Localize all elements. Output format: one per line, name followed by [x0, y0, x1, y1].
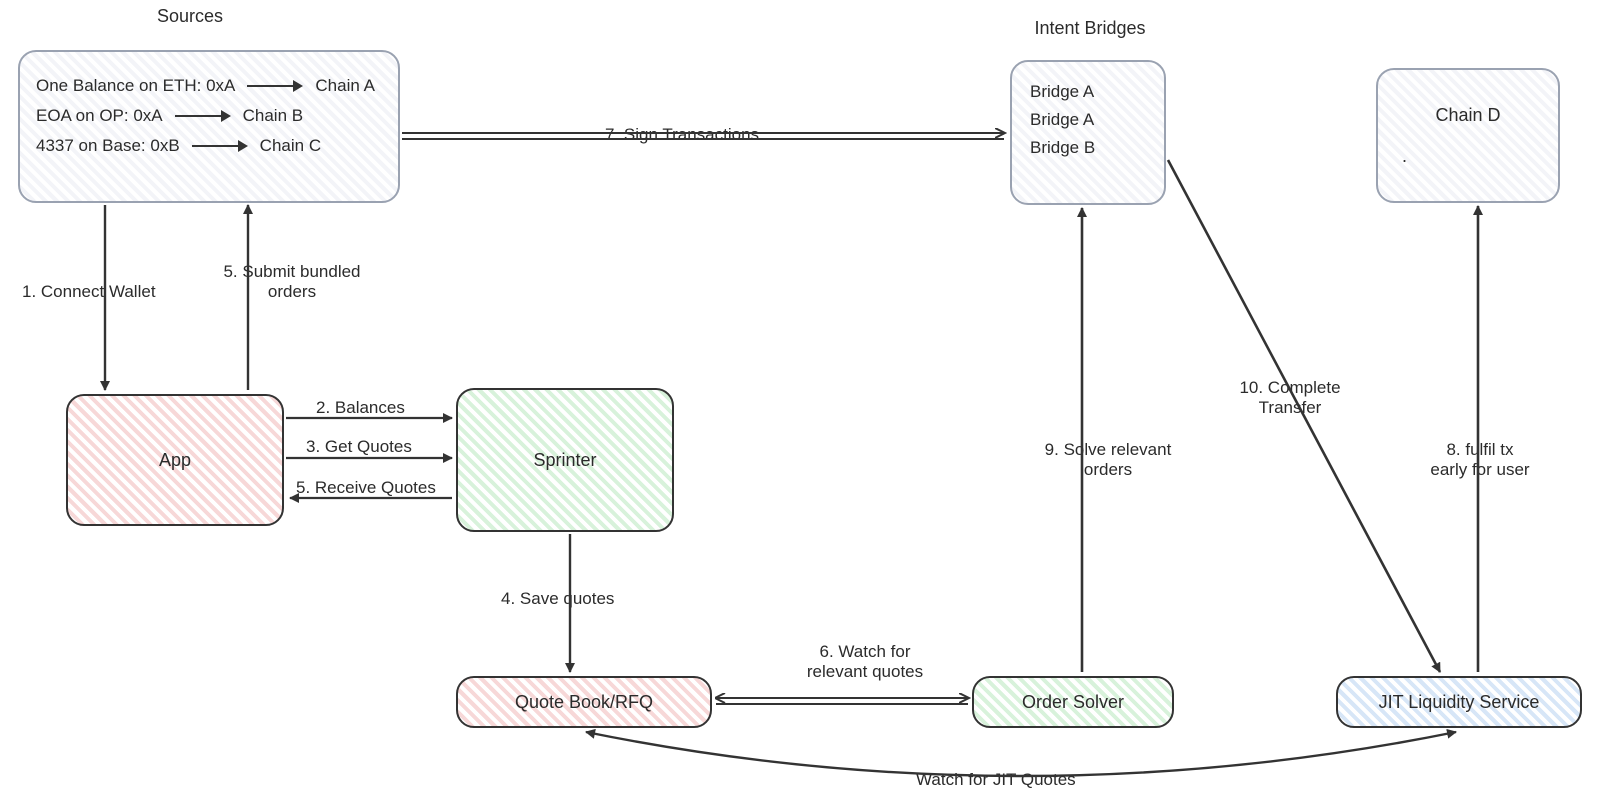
- source-row-3: 4337 on Base: 0xB Chain C: [36, 136, 382, 156]
- edge-1-label: 1. Connect Wallet: [22, 282, 156, 302]
- source-2-left: EOA on OP: 0xA: [36, 106, 163, 126]
- edge-jitwatch-label: Watch for JIT Quotes: [916, 770, 1076, 790]
- edge-2-label: 2. Balances: [316, 398, 405, 418]
- edge-3-label: 3. Get Quotes: [306, 437, 412, 457]
- jit-label: JIT Liquidity Service: [1379, 692, 1540, 713]
- app-node: App: [66, 394, 284, 526]
- app-label: App: [159, 450, 191, 471]
- edge-9-label: 9. Solve relevantorders: [1018, 440, 1198, 479]
- edge-6-label: 6. Watch forrelevant quotes: [780, 642, 950, 681]
- order-solver-label: Order Solver: [1022, 692, 1124, 713]
- edge-8-label: 8. fulfil txearly for user: [1400, 440, 1560, 479]
- source-1-right: Chain A: [315, 76, 375, 96]
- sources-panel: One Balance on ETH: 0xA Chain A EOA on O…: [18, 50, 400, 203]
- quote-book-node: Quote Book/RFQ: [456, 676, 712, 728]
- edge-5open-label: 5. Submit bundledorders: [192, 262, 392, 301]
- order-solver-node: Order Solver: [972, 676, 1174, 728]
- edge-7-label: 7. Sign Transactions: [605, 125, 759, 145]
- quote-book-label: Quote Book/RFQ: [515, 692, 653, 713]
- sources-title: Sources: [130, 6, 250, 27]
- sprinter-node: Sprinter: [456, 388, 674, 532]
- edge-10-label: 10. CompleteTransfer: [1220, 378, 1360, 417]
- edge-4-label: 4. Save quotes: [501, 589, 614, 609]
- source-2-right: Chain B: [243, 106, 303, 126]
- source-3-right: Chain C: [260, 136, 321, 156]
- arrow-icon: [247, 79, 303, 93]
- bridge-1: Bridge A: [1030, 82, 1146, 102]
- bridge-3: Bridge B: [1030, 138, 1146, 158]
- diagram-canvas: Sources Intent Bridges One Balance on ET…: [0, 0, 1600, 806]
- intent-bridges-title: Intent Bridges: [1010, 18, 1170, 39]
- chain-d-panel: Chain D .: [1376, 68, 1560, 203]
- chain-d-label: Chain D: [1435, 105, 1500, 126]
- edge-5rec-label: 5. Receive Quotes: [296, 478, 436, 498]
- source-3-left: 4337 on Base: 0xB: [36, 136, 180, 156]
- source-1-left: One Balance on ETH: 0xA: [36, 76, 235, 96]
- arrow-icon: [175, 109, 231, 123]
- source-row-2: EOA on OP: 0xA Chain B: [36, 106, 382, 126]
- sprinter-label: Sprinter: [533, 450, 596, 471]
- bridge-2: Bridge A: [1030, 110, 1146, 130]
- jit-node: JIT Liquidity Service: [1336, 676, 1582, 728]
- intent-bridges-panel: Bridge A Bridge A Bridge B: [1010, 60, 1166, 205]
- arrow-icon: [192, 139, 248, 153]
- chain-d-dot: .: [1402, 146, 1407, 167]
- source-row-1: One Balance on ETH: 0xA Chain A: [36, 76, 382, 96]
